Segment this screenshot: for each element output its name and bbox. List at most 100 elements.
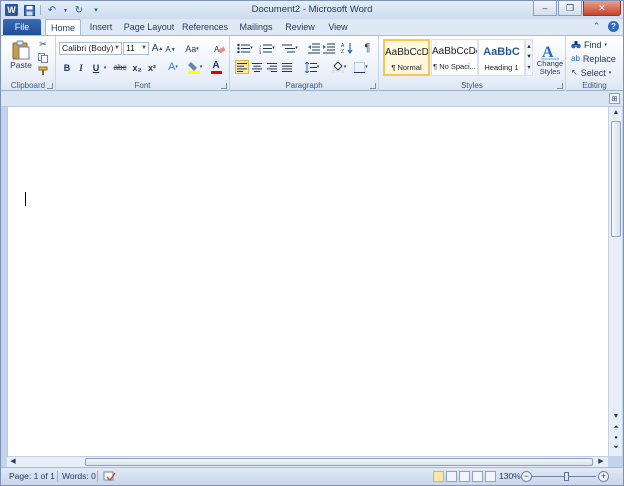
- scroll-up-icon[interactable]: ▲: [611, 108, 621, 118]
- help-icon[interactable]: ?: [608, 21, 619, 32]
- styles-dialog-launcher[interactable]: [557, 83, 563, 89]
- scroll-right-icon[interactable]: ▶: [596, 457, 606, 467]
- copy-icon[interactable]: [37, 52, 49, 63]
- font-family-select[interactable]: Calibri (Body) ▼: [59, 42, 122, 55]
- find-label: Find: [584, 39, 602, 50]
- font-color-button[interactable]: A: [207, 60, 225, 74]
- tab-home[interactable]: Home: [45, 19, 81, 35]
- multilevel-list-button[interactable]: ▾: [280, 41, 300, 55]
- bullets-button[interactable]: ▾: [235, 41, 255, 55]
- paragraph-dialog-launcher[interactable]: [370, 83, 376, 89]
- align-left-button[interactable]: [235, 60, 249, 74]
- proofing-icon[interactable]: [102, 470, 116, 483]
- font-dialog-launcher[interactable]: [221, 83, 227, 89]
- zoom-slider-handle[interactable]: [564, 472, 569, 481]
- grow-font-button[interactable]: A ▲: [151, 42, 164, 55]
- text-effects-button[interactable]: A ▾: [164, 60, 182, 74]
- underline-button[interactable]: U: [90, 61, 102, 74]
- borders-button[interactable]: ▾: [351, 60, 371, 74]
- find-button[interactable]: Find ▾: [571, 38, 619, 51]
- align-center-icon[interactable]: [250, 60, 264, 74]
- italic-button[interactable]: I: [75, 61, 87, 74]
- subscript-button[interactable]: x₂: [130, 61, 144, 74]
- horizontal-scroll-thumb[interactable]: [85, 458, 593, 466]
- shrink-font-button[interactable]: A ▼: [165, 43, 176, 56]
- vertical-scroll-thumb[interactable]: [611, 121, 621, 237]
- previous-page-icon[interactable]: ⏶: [611, 423, 621, 433]
- style-normal[interactable]: AaBbCcDc ¶ Normal: [383, 39, 430, 76]
- tab-insert[interactable]: Insert: [84, 19, 118, 35]
- scroll-down-icon[interactable]: ▼: [611, 412, 621, 422]
- minimize-button[interactable]: –: [533, 1, 557, 16]
- paste-button[interactable]: Paste: [7, 38, 35, 72]
- superscript-button[interactable]: x²: [145, 61, 159, 74]
- chevron-down-icon: ▼: [141, 45, 147, 51]
- underline-dropdown-icon[interactable]: ▾: [102, 61, 108, 74]
- web-layout-view-button[interactable]: [459, 471, 470, 482]
- change-styles-button[interactable]: A Change Styles: [535, 38, 565, 80]
- align-right-icon[interactable]: [265, 60, 279, 74]
- scroll-left-icon[interactable]: ◀: [8, 457, 18, 467]
- tab-review[interactable]: Review: [283, 19, 317, 35]
- shading-button[interactable]: ▾: [329, 60, 349, 74]
- font-color-swatch: [210, 70, 222, 74]
- close-button[interactable]: ✕: [583, 1, 621, 16]
- bold-button[interactable]: B: [61, 61, 73, 74]
- zoom-out-icon[interactable]: −: [521, 471, 532, 482]
- font-size-select[interactable]: 11 ▼: [123, 42, 149, 55]
- paragraph-group-label: Paragraph: [285, 81, 323, 90]
- show-formatting-marks-icon[interactable]: ¶: [361, 41, 374, 55]
- text-effects-icon: A: [168, 61, 176, 73]
- style-name: ¶ Normal: [391, 63, 422, 72]
- tab-page-layout[interactable]: Page Layout: [123, 19, 175, 35]
- select-button[interactable]: ↖ Select ▾: [571, 66, 621, 79]
- document-page[interactable]: [7, 107, 608, 456]
- view-ruler-icon[interactable]: ⊞: [609, 93, 620, 104]
- decrease-indent-icon[interactable]: [307, 41, 320, 55]
- browse-object-icon[interactable]: ●: [611, 433, 621, 443]
- tab-file[interactable]: File: [3, 19, 41, 35]
- styles-group: AaBbCcDc ¶ Normal AaBbCcDc ¶ No Spaci...…: [379, 36, 566, 91]
- highlight-button[interactable]: ▾: [186, 60, 204, 74]
- replace-button[interactable]: ab Replace: [571, 52, 621, 65]
- next-page-icon[interactable]: ⏷: [611, 443, 621, 453]
- vertical-scrollbar[interactable]: ▲ ▼ ⏶ ● ⏷: [608, 107, 622, 456]
- line-spacing-button[interactable]: ▾: [302, 60, 322, 74]
- change-case-button[interactable]: Aa ▾: [184, 42, 200, 55]
- justify-icon[interactable]: [280, 60, 294, 74]
- font-group-label: Font: [134, 81, 151, 90]
- clear-formatting-icon[interactable]: A: [213, 42, 226, 55]
- align-left-icon: [237, 62, 247, 72]
- minimize-ribbon-icon[interactable]: ⌃: [591, 21, 602, 32]
- sort-icon[interactable]: AZ: [340, 41, 354, 55]
- maximize-button[interactable]: ❐: [558, 1, 582, 16]
- page-count[interactable]: Page: 1 of 1: [9, 471, 55, 481]
- tab-references[interactable]: References: [181, 19, 229, 35]
- paste-label: Paste: [10, 60, 32, 70]
- word-count[interactable]: Words: 0: [62, 471, 96, 481]
- chevron-down-icon: ▼: [526, 54, 532, 60]
- zoom-level[interactable]: 130%: [499, 471, 521, 481]
- horizontal-scrollbar[interactable]: ◀ ▶: [7, 456, 608, 467]
- full-screen-reading-view-button[interactable]: [446, 471, 457, 482]
- clipboard-dialog-launcher[interactable]: [47, 83, 53, 89]
- outline-view-button[interactable]: [472, 471, 483, 482]
- format-painter-icon[interactable]: [37, 65, 49, 76]
- zoom-in-icon[interactable]: +: [598, 471, 609, 482]
- highlighter-icon: [187, 61, 200, 74]
- style-heading-1[interactable]: AaBbC Heading 1: [478, 39, 525, 76]
- strikethrough-button[interactable]: abc: [112, 61, 128, 74]
- cut-icon[interactable]: ✂: [37, 39, 49, 50]
- grow-font-label: A: [151, 43, 159, 54]
- draft-view-button[interactable]: [485, 471, 496, 482]
- styles-gallery-scroll[interactable]: ▲ ▼ ▾: [525, 39, 533, 76]
- increase-indent-icon[interactable]: [322, 41, 335, 55]
- numbering-button[interactable]: 1 2 3 ▾: [257, 41, 277, 55]
- style-no-spacing[interactable]: AaBbCcDc ¶ No Spaci...: [431, 39, 478, 76]
- select-label: Select: [580, 67, 606, 78]
- editing-group-label: Editing: [582, 81, 607, 90]
- tab-mailings[interactable]: Mailings: [235, 19, 277, 35]
- tab-view[interactable]: View: [323, 19, 353, 35]
- print-layout-view-button[interactable]: [433, 471, 444, 482]
- svg-text:A: A: [542, 44, 554, 60]
